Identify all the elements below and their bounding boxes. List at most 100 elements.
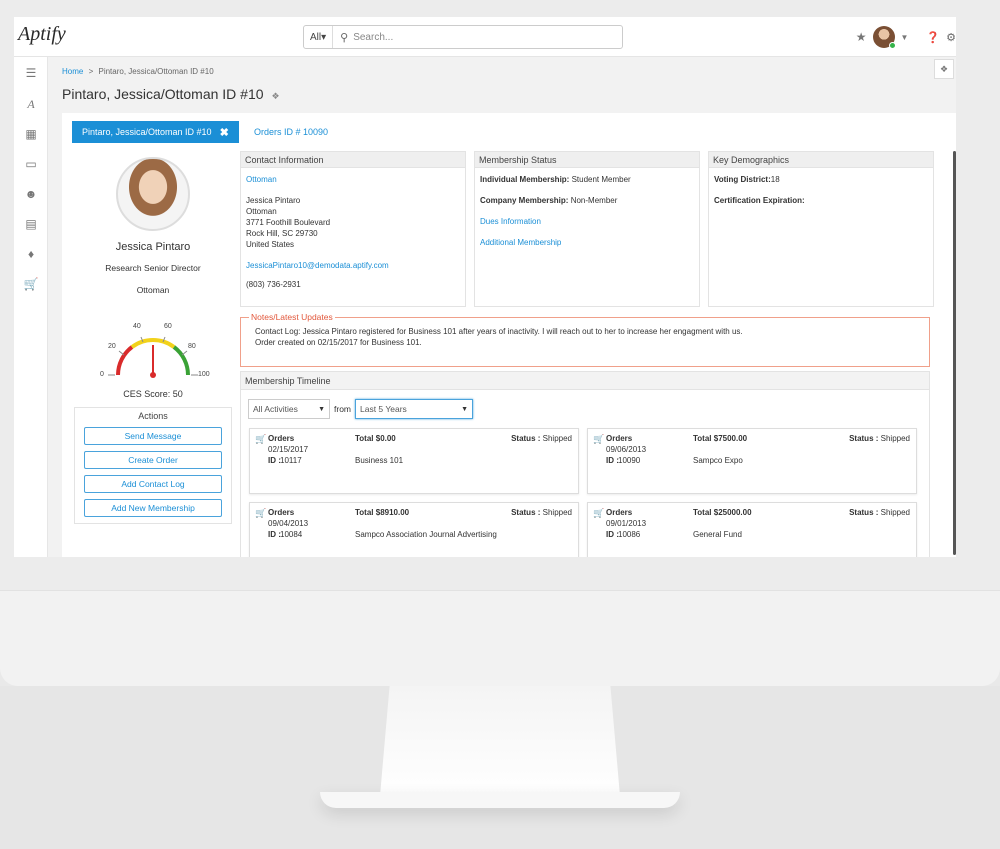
order-card[interactable]: 🛒 Orders 02/15/2017 ID : 10117 Total $0.… [249, 428, 579, 494]
dues-information-link[interactable]: Dues Information [480, 216, 694, 227]
order-id-label: ID : [268, 456, 281, 465]
membership-timeline-panel: Membership Timeline All Activities ▼ fro… [240, 371, 930, 557]
order-date: 09/01/2013 [606, 519, 647, 528]
order-status-value: Shipped [542, 434, 572, 443]
order-date: 09/04/2013 [268, 519, 309, 528]
order-id: 10090 [618, 456, 641, 465]
order-status-value: Shipped [542, 508, 572, 517]
monitor-stand-base [320, 792, 680, 808]
help-icon[interactable]: ❓ [926, 31, 940, 44]
close-icon[interactable]: ✖ [220, 126, 229, 139]
panel-heading: Contact Information [241, 152, 465, 168]
gauge-green-arc [172, 345, 190, 376]
order-id-label: ID : [606, 456, 619, 465]
top-icons: ★ ▼ ❓ ⚙ [856, 25, 956, 49]
gauge-tick-label: 40 [133, 323, 141, 330]
order-total: Total $8910.00 [355, 508, 410, 517]
content-scrollbar[interactable] [953, 151, 956, 555]
chevron-down-icon: ▼ [461, 405, 468, 413]
page-title-row: Pintaro, Jessica/Ottoman ID #10 ❖ [62, 86, 280, 102]
order-status-label: Status : [849, 508, 879, 517]
voting-district-label: Voting District: [714, 175, 771, 184]
from-label: from [334, 404, 351, 414]
order-id-label: ID : [268, 530, 281, 539]
range-filter-select[interactable]: Last 5 Years ▼ [355, 399, 473, 419]
search-input[interactable] [353, 31, 594, 43]
notes-legend: Notes/Latest Updates [249, 312, 335, 322]
gauge-hub [150, 372, 156, 378]
voting-district-value: 18 [770, 175, 780, 184]
diamond-icon[interactable]: ♦ [14, 239, 48, 269]
individual-membership-label: Individual Membership: [480, 175, 570, 184]
tab-orders[interactable]: Orders ID # 10090 [254, 127, 328, 137]
certification-expiration: Certification Expiration: [714, 195, 928, 206]
order-status-label: Status : [511, 508, 541, 517]
breadcrumb-home[interactable]: Home [62, 67, 83, 76]
add-contact-log-button[interactable]: Add Contact Log [84, 475, 222, 493]
cart-icon: 🛒 [255, 434, 267, 444]
aptify-mark-icon[interactable]: A [14, 89, 48, 119]
cart-icon[interactable]: 🛒 [14, 269, 48, 299]
order-product: Sampco Expo [693, 456, 743, 465]
contact-phone: (803) 736-2931 [246, 280, 301, 289]
cart-icon: 🛒 [255, 508, 267, 518]
order-status: Status : Shipped [849, 508, 910, 517]
create-order-button[interactable]: Create Order [84, 451, 222, 469]
order-status-label: Status : [849, 434, 879, 443]
pin-panel-button[interactable]: ❖ [934, 59, 954, 79]
page-title: Pintaro, Jessica/Ottoman ID #10 [62, 86, 264, 102]
voting-district: Voting District:18 [714, 174, 928, 185]
contact-email-link[interactable]: JessicaPintaro10@demodata.aptify.com [246, 260, 460, 271]
search-scope-dropdown[interactable]: All▾ [304, 26, 334, 48]
order-date: 09/06/2013 [606, 445, 647, 454]
calculator-icon[interactable]: ▦ [14, 119, 48, 149]
calendar-icon[interactable]: ▤ [14, 209, 48, 239]
gauge-red-arc [116, 345, 134, 376]
global-search: All▾ ⚲ [303, 25, 623, 49]
tab-contact-record[interactable]: Pintaro, Jessica/Ottoman ID #10 ✖ [72, 121, 239, 143]
range-filter-value: Last 5 Years [360, 404, 407, 414]
company-membership-label: Company Membership: [480, 196, 569, 205]
user-avatar[interactable] [872, 26, 896, 49]
order-label: Orders [268, 508, 295, 517]
monitor-icon[interactable]: ▭ [14, 149, 48, 179]
actions-title: Actions [138, 411, 168, 421]
order-product: General Fund [693, 530, 742, 539]
ces-score: CES Score: 50 [123, 389, 183, 399]
order-card[interactable]: 🛒 Orders 09/01/2013 ID : 10086 Total $25… [587, 502, 917, 557]
chevron-down-icon: ▼ [318, 405, 325, 413]
notes-panel: Notes/Latest Updates Contact Log: Jessic… [240, 312, 930, 367]
menu-icon[interactable]: ☰ [14, 57, 48, 89]
pin-icon[interactable]: ❖ [271, 91, 279, 101]
order-card[interactable]: 🛒 Orders 09/06/2013 ID : 10090 Total $75… [587, 428, 917, 494]
activity-filter-select[interactable]: All Activities ▼ [248, 399, 330, 419]
notes-text: Contact Log: Jessica Pintaro registered … [255, 326, 743, 348]
profile-company: Ottoman [136, 285, 170, 295]
breadcrumb-separator: > [88, 67, 94, 76]
order-status: Status : Shipped [511, 434, 572, 443]
activity-filter-value: All Activities [253, 404, 298, 414]
star-icon[interactable]: ★ [856, 30, 867, 44]
order-id: 10084 [280, 530, 303, 539]
contact-country: United States [246, 240, 295, 249]
additional-membership-link[interactable]: Additional Membership [480, 237, 694, 248]
actions-panel: Actions Send Message Create Order Add Co… [74, 407, 232, 524]
breadcrumb: Home > Pintaro, Jessica/Ottoman ID #10 [62, 67, 214, 76]
order-status-label: Status : [511, 434, 541, 443]
chevron-down-icon[interactable]: ▼ [901, 33, 909, 42]
panel-heading: Key Demographics [709, 152, 933, 168]
add-new-membership-button[interactable]: Add New Membership [84, 499, 222, 517]
gauge-tick-label: 20 [108, 343, 116, 350]
order-product: Sampco Association Journal Advertising [355, 530, 497, 539]
settings-icon[interactable]: ⚙ [946, 31, 956, 44]
people-icon[interactable]: ☻ [14, 179, 48, 209]
monitor-chin [0, 590, 1000, 686]
panel-heading: Membership Status [475, 152, 699, 168]
certification-expiration-label: Certification Expiration: [714, 196, 805, 205]
app-logo[interactable]: Aptify [18, 23, 66, 46]
company-link[interactable]: Ottoman [246, 174, 460, 185]
order-label: Orders [606, 508, 633, 517]
send-message-button[interactable]: Send Message [84, 427, 222, 445]
order-card[interactable]: 🛒 Orders 09/04/2013 ID : 10084 Total $89… [249, 502, 579, 557]
timeline-heading: Membership Timeline [241, 372, 929, 390]
